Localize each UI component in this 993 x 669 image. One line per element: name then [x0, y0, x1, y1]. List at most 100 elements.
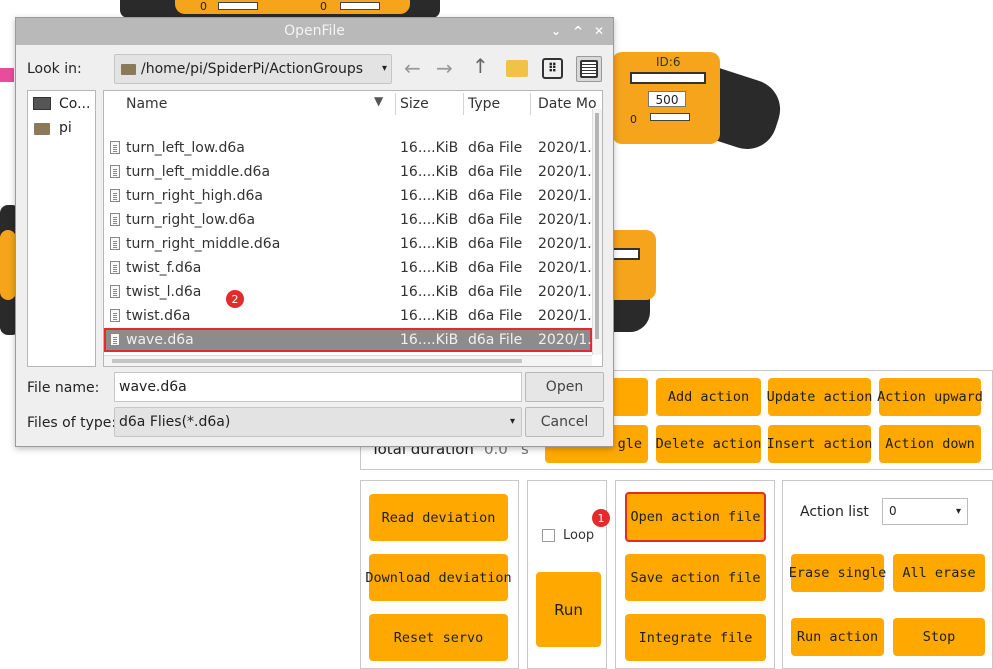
file-size-cell: 16....KiB: [400, 260, 459, 276]
minimize-icon[interactable]: ⌄: [551, 18, 561, 45]
detail-view-icon[interactable]: [576, 56, 602, 82]
file-date-cell: 2020/1...: [538, 332, 592, 348]
places-sidebar: Co... pi: [27, 90, 96, 367]
files-of-type-select[interactable]: d6a Flies(*.d6a) ▾: [114, 407, 522, 437]
file-date-cell: 2020/1...: [538, 236, 592, 252]
column-header-type[interactable]: Type: [468, 91, 500, 117]
loop-label: Loop: [563, 528, 595, 543]
file-row[interactable]: turn_right_middle.d6a 16....KiB d6a File 20…: [104, 232, 592, 256]
dialog-title: OpenFile: [284, 23, 345, 39]
open-action-file-button[interactable]: Open action file: [625, 492, 766, 542]
reset-servo-button[interactable]: Reset servo: [369, 614, 508, 661]
vertical-scrollbar[interactable]: [592, 109, 602, 355]
column-separator: [395, 93, 396, 115]
servo-slider-handle: [630, 72, 706, 84]
file-row[interactable]: turn_right_low.d6a 16....KiB d6a File 2020/…: [104, 208, 592, 232]
action-list-select[interactable]: 0 ▾: [882, 498, 968, 525]
look-in-path-value: /home/pi/SpiderPi/ActionGroups: [141, 61, 364, 77]
file-row[interactable]: wave.d6a 16....KiB d6a File 2020/1...: [104, 328, 592, 352]
up-arrow-icon[interactable]: ↑: [472, 54, 489, 78]
close-icon[interactable]: ✕: [594, 18, 604, 45]
file-size-cell: 16....KiB: [400, 164, 459, 180]
document-icon: [110, 333, 120, 346]
horizontal-scrollbar[interactable]: [104, 355, 592, 366]
file-name-value: wave.d6a: [119, 379, 187, 395]
servo-slider-handle: [650, 113, 690, 121]
file-row[interactable]: turn_right_high.d6a 16....KiB d6a File 2020…: [104, 184, 592, 208]
file-row[interactable]: twist_f.d6a 16....KiB d6a File 2020/1...: [104, 256, 592, 280]
file-name-cell: turn_right_middle.d6a: [126, 236, 281, 252]
folder-icon: [34, 123, 50, 135]
look-in-path-select[interactable]: /home/pi/SpiderPi/ActionGroups ▾: [114, 54, 392, 84]
download-deviation-button[interactable]: Download deviation: [365, 554, 512, 601]
run-button[interactable]: Run: [536, 572, 601, 647]
pink-marker: [0, 68, 14, 82]
erase-single-button[interactable]: Erase single: [789, 554, 886, 592]
all-erase-button[interactable]: All erase: [893, 554, 985, 592]
file-size-cell: 16....KiB: [400, 236, 459, 252]
servo-slider-min: 0: [630, 113, 637, 126]
delete-action-button[interactable]: Delete action: [656, 425, 761, 463]
run-action-button[interactable]: Run action: [791, 618, 884, 656]
action-down-button[interactable]: Action down: [879, 425, 981, 463]
look-in-label: Look in:: [27, 61, 82, 77]
annotation-badge-1: 1: [592, 509, 610, 527]
dialog-titlebar[interactable]: OpenFile ⌄ ^ ✕: [16, 18, 613, 45]
file-type-cell: d6a File: [468, 188, 523, 204]
file-size-cell: 16....KiB: [400, 140, 459, 156]
document-icon: [110, 141, 120, 154]
add-action-button[interactable]: Add action: [656, 378, 761, 416]
scroll-thumb[interactable]: [112, 359, 522, 363]
file-size-cell: 16....KiB: [400, 284, 459, 300]
column-header-date[interactable]: Date Mo: [538, 91, 597, 117]
file-name-cell: twist_l.d6a: [126, 284, 202, 300]
file-name-cell: twist.d6a: [126, 308, 191, 324]
sidebar-item-label: Co...: [59, 96, 91, 112]
servo-card-left: [0, 230, 16, 300]
insert-action-button[interactable]: Insert action: [767, 425, 872, 463]
file-row[interactable]: turn_left_low.d6a 16....KiB d6a File 2020/1…: [104, 136, 592, 160]
document-icon: [110, 261, 120, 274]
read-deviation-button[interactable]: Read deviation: [369, 494, 508, 541]
stop-button[interactable]: Stop: [893, 618, 985, 656]
file-type-cell: d6a File: [468, 260, 523, 276]
file-date-cell: 2020/1...: [538, 164, 592, 180]
list-view-icon[interactable]: ⠿: [542, 58, 563, 79]
file-row[interactable]: turn_left_middle.d6a 16....KiB d6a File 202…: [104, 160, 592, 184]
action-upward-button[interactable]: Action upward: [877, 378, 983, 416]
forward-arrow-icon[interactable]: →: [436, 56, 453, 80]
file-name-cell: turn_right_high.d6a: [126, 188, 263, 204]
file-type-cell: d6a File: [468, 140, 523, 156]
sort-down-icon: ▼: [374, 94, 384, 108]
open-button[interactable]: Open: [525, 372, 604, 402]
maximize-icon[interactable]: ^: [573, 18, 583, 45]
column-header-name[interactable]: Name: [126, 91, 167, 117]
file-name-input[interactable]: wave.d6a: [114, 372, 522, 402]
file-size-cell: 16....KiB: [400, 308, 459, 324]
file-date-cell: 2020/1...: [538, 212, 592, 228]
column-header-size[interactable]: Size: [400, 91, 429, 117]
sidebar-item-pi[interactable]: pi: [32, 118, 92, 140]
servo-slider-handle: [218, 2, 258, 10]
save-action-file-button[interactable]: Save action file: [625, 554, 766, 601]
file-row[interactable]: twist.d6a 16....KiB d6a File 2020/1...: [104, 304, 592, 328]
sidebar-item-label: pi: [59, 120, 72, 136]
document-icon: [110, 285, 120, 298]
back-arrow-icon[interactable]: ←: [404, 56, 421, 80]
sidebar-item-computer[interactable]: Co...: [32, 94, 92, 116]
loop-checkbox[interactable]: [542, 529, 555, 542]
annotation-badge-2: 2: [226, 290, 244, 308]
file-row[interactable]: twist_l.d6a 16....KiB d6a File 2020/1...: [104, 280, 592, 304]
file-date-cell: 2020/1...: [538, 140, 592, 156]
new-folder-icon[interactable]: [506, 60, 528, 77]
file-name-cell: turn_right_low.d6a: [126, 212, 256, 228]
integrate-file-button[interactable]: Integrate file: [625, 614, 766, 661]
scroll-thumb[interactable]: [595, 113, 599, 339]
cancel-button[interactable]: Cancel: [525, 407, 604, 437]
servo-value-field[interactable]: 500: [648, 91, 686, 107]
servo-slider-handle: [340, 2, 380, 10]
file-name-cell: twist_f.d6a: [126, 260, 202, 276]
file-type-cell: d6a File: [468, 284, 523, 300]
update-action-button[interactable]: Update action: [767, 378, 872, 416]
chevron-down-icon: ▾: [955, 506, 961, 517]
